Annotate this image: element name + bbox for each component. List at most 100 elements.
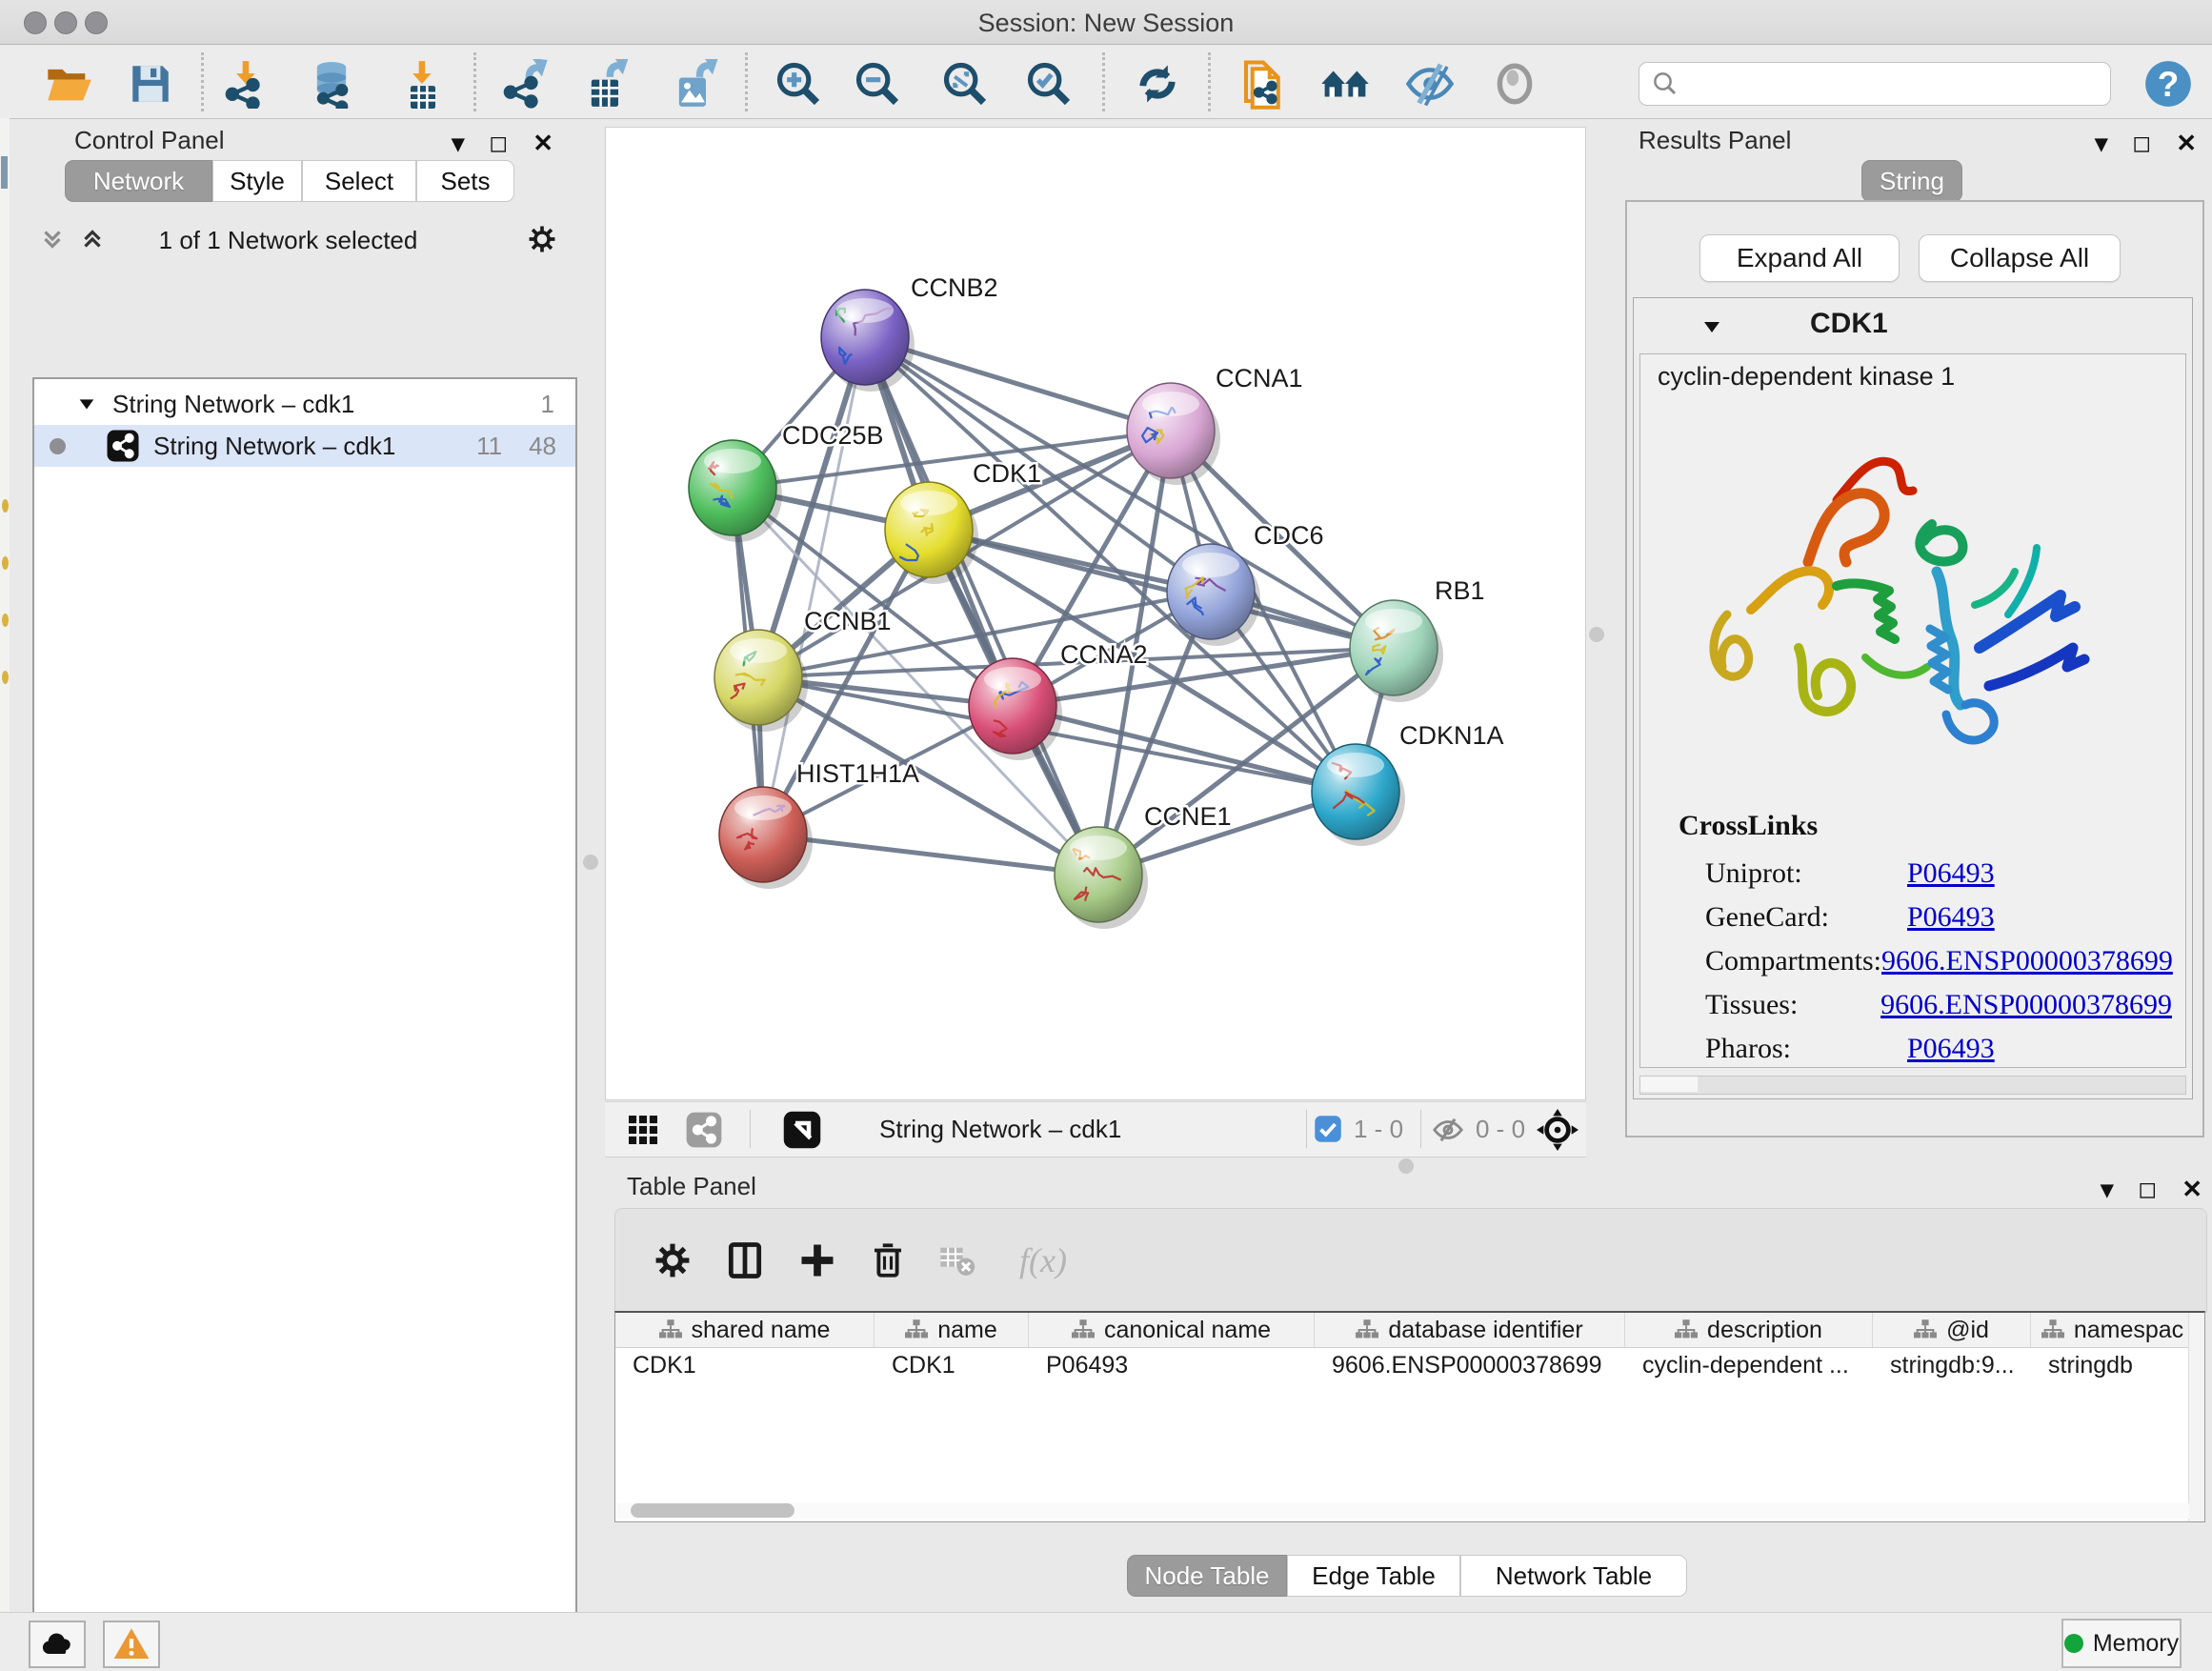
svg-text:CCNE1: CCNE1 — [1144, 802, 1232, 831]
show-all-button[interactable] — [1488, 57, 1541, 111]
share-document-button[interactable] — [1237, 57, 1290, 111]
table-vertical-scrollbar[interactable] — [2188, 1313, 2204, 1521]
crosslink-link[interactable]: 9606.ENSP00000378699 — [1881, 945, 2173, 977]
column-header-shared-name[interactable]: shared name — [615, 1313, 875, 1347]
attribute-type-icon — [1356, 1319, 1378, 1340]
tab-network-table[interactable]: Network Table — [1460, 1555, 1687, 1597]
table-cell: stringdb:9... — [1873, 1352, 2031, 1379]
import-table-button[interactable] — [396, 57, 450, 111]
export-image-icon — [669, 59, 718, 109]
network-style-icon[interactable] — [685, 1111, 723, 1149]
column-header--id[interactable]: @id — [1873, 1313, 2031, 1347]
export-network-button[interactable] — [498, 57, 552, 111]
expand-all-button[interactable]: Expand All — [1699, 234, 1900, 282]
crosslink-link[interactable]: P06493 — [1907, 901, 1995, 934]
svg-text:HIST1H1A: HIST1H1A — [796, 759, 919, 788]
crosslink-link[interactable]: P06493 — [1907, 1033, 1995, 1065]
delete-column-button[interactable] — [861, 1234, 915, 1287]
search-field[interactable] — [1639, 62, 2111, 106]
grid-view-icon[interactable] — [626, 1113, 660, 1147]
scrollbar-thumb[interactable] — [631, 1503, 794, 1518]
selected-counts: 1 - 0 — [1354, 1115, 1403, 1144]
left-splitter-handle[interactable] — [583, 855, 598, 870]
close-panel-icon[interactable]: ✕ — [2182, 1175, 2202, 1204]
zoom-out-icon — [853, 59, 902, 109]
birds-eye-view-icon[interactable] — [782, 1110, 822, 1150]
open-session-button[interactable] — [42, 57, 95, 111]
selected-checkbox-icon[interactable] — [1314, 1115, 1342, 1143]
column-header-description[interactable]: description — [1625, 1313, 1873, 1347]
float-panel-icon[interactable]: ◻ — [2132, 130, 2151, 157]
zoom-selected-icon — [1024, 59, 1074, 109]
tab-network[interactable]: Network — [65, 160, 212, 202]
export-table-button[interactable] — [579, 57, 633, 111]
control-panel-header-icons: ▾ ◻ ✕ — [452, 124, 553, 162]
graph-node-CCNB2 — [821, 290, 909, 385]
network-view-toolbar: String Network – cdk1 1 - 0 0 - 0 — [605, 1101, 1586, 1158]
collapse-panel-icon[interactable]: ▾ — [2095, 129, 2107, 158]
warnings-button[interactable] — [103, 1621, 160, 1668]
network-canvas[interactable]: CCNB2CCNA1CDC25BCDK1CDC6RB1CCNB1CCNA2CDK… — [605, 127, 1586, 1100]
save-session-button[interactable] — [124, 57, 177, 111]
table-header-row[interactable]: shared namenamecanonical namedatabase id… — [615, 1313, 2204, 1348]
column-header-database-identifier[interactable]: database identifier — [1315, 1313, 1625, 1347]
collection-count: 1 — [541, 390, 554, 419]
table-horizontal-scrollbar[interactable] — [617, 1503, 2189, 1519]
svg-text:CCNA2: CCNA2 — [1060, 640, 1148, 669]
refresh-button[interactable] — [1131, 57, 1184, 111]
right-splitter-handle[interactable] — [1589, 627, 1604, 642]
bottombar-separator — [1306, 1110, 1307, 1148]
export-network-icon — [500, 59, 550, 109]
network-graph[interactable]: CCNB2CCNA1CDC25BCDK1CDC6RB1CCNB1CCNA2CDK… — [606, 128, 1585, 1099]
tab-select[interactable]: Select — [302, 160, 416, 202]
tab-string[interactable]: String — [1861, 160, 1962, 202]
help-button[interactable]: ? — [2142, 57, 2195, 111]
open-folder-icon — [44, 59, 93, 109]
tab-node-table[interactable]: Node Table — [1127, 1555, 1287, 1597]
import-network-from-database-button[interactable] — [305, 57, 358, 111]
section-expander-triangle-icon[interactable] — [1700, 315, 1723, 338]
column-header-canonical-name[interactable]: canonical name — [1029, 1313, 1315, 1347]
zoom-out-button[interactable] — [851, 57, 904, 111]
import-network-button[interactable] — [220, 57, 273, 111]
show-columns-button[interactable] — [718, 1234, 772, 1287]
gear-icon[interactable] — [526, 223, 558, 255]
function-builder-button[interactable]: f(x) — [1000, 1234, 1086, 1287]
collapse-panel-icon[interactable]: ▾ — [452, 129, 464, 158]
create-column-button[interactable] — [791, 1234, 844, 1287]
results-horizontal-scrollbar[interactable] — [1639, 1076, 2186, 1095]
export-image-button[interactable] — [667, 57, 720, 111]
zoom-selected-button[interactable] — [1022, 57, 1076, 111]
float-panel-icon[interactable]: ◻ — [2138, 1176, 2157, 1203]
column-header-namespac[interactable]: namespac — [2031, 1313, 2195, 1347]
cloud-button[interactable] — [29, 1621, 86, 1668]
column-header-name[interactable]: name — [875, 1313, 1029, 1347]
table-row[interactable]: CDK1CDK1P064939606.ENSP00000378699cyclin… — [615, 1347, 2204, 1383]
search-input[interactable] — [1687, 70, 2110, 98]
hide-selected-button[interactable] — [1403, 57, 1457, 111]
table-settings-button[interactable] — [646, 1234, 699, 1287]
close-panel-icon[interactable]: ✕ — [2176, 129, 2197, 158]
collapse-panel-icon[interactable]: ▾ — [2101, 1175, 2113, 1204]
expander-triangle-icon[interactable] — [76, 393, 97, 414]
memory-button[interactable]: Memory — [2061, 1619, 2182, 1668]
crosslink-label: GeneCard: — [1705, 901, 1907, 934]
tab-style[interactable]: Style — [212, 160, 302, 202]
crosslink-link[interactable]: 9606.ENSP00000378699 — [1880, 989, 2172, 1021]
tab-sets[interactable]: Sets — [416, 160, 514, 202]
zoom-fit-button[interactable] — [938, 57, 992, 111]
graph-node-CDC6 — [1167, 544, 1255, 639]
close-panel-icon[interactable]: ✕ — [533, 129, 553, 158]
float-panel-icon[interactable]: ◻ — [489, 130, 508, 157]
fit-content-crosshair-icon[interactable] — [1537, 1109, 1579, 1151]
table-cell: cyclin-dependent ... — [1625, 1352, 1873, 1379]
network-collection-row[interactable]: String Network – cdk1 1 — [34, 383, 575, 425]
svg-text:?: ? — [2158, 65, 2180, 104]
multiple-homes-button[interactable] — [1318, 57, 1372, 111]
network-row-selected[interactable]: String Network – cdk1 11 48 — [34, 425, 575, 467]
collapse-all-button[interactable]: Collapse All — [1919, 234, 2121, 282]
crosslink-link[interactable]: P06493 — [1907, 857, 1995, 890]
delete-table-button[interactable] — [930, 1234, 983, 1287]
zoom-in-button[interactable] — [772, 57, 825, 111]
tab-edge-table[interactable]: Edge Table — [1287, 1555, 1460, 1597]
